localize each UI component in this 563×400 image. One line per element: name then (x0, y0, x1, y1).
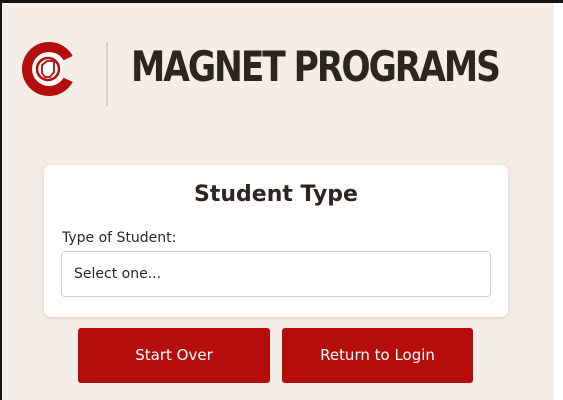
card-title: Student Type (194, 182, 358, 207)
student-type-card: Student Type Type of Student: Select one… (44, 165, 508, 317)
start-over-button[interactable]: Start Over (78, 328, 270, 383)
logo-divider (106, 42, 108, 106)
district-c-logo-icon (21, 41, 77, 97)
student-type-label: Type of Student: (62, 230, 177, 246)
return-to-login-button[interactable]: Return to Login (282, 328, 473, 383)
student-type-select[interactable]: Select one... (61, 251, 491, 297)
app-title: MAGNET PROGRAMS (131, 42, 501, 91)
